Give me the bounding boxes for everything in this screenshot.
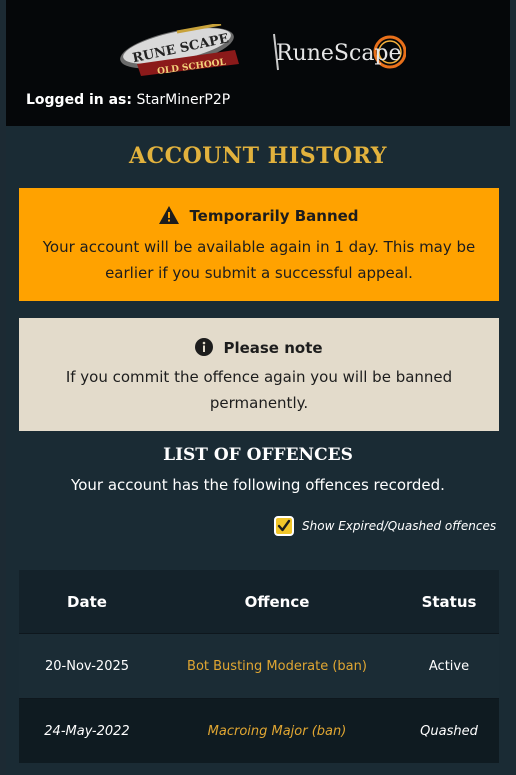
table-row: 24-May-2022 Macroing Major (ban) Quashed bbox=[19, 698, 499, 763]
offence-date: 20-Nov-2025 bbox=[44, 658, 130, 674]
note-heading: Please note bbox=[19, 338, 499, 360]
info-icon bbox=[195, 338, 214, 360]
runescape-logo[interactable]: RuneScape bbox=[268, 30, 406, 76]
old-school-logo[interactable]: RUNE SCAPE OLD SCHOOL bbox=[117, 24, 249, 76]
svg-text:RuneScape: RuneScape bbox=[276, 41, 402, 66]
ban-notice: Temporarily Banned Your account will be … bbox=[19, 188, 499, 301]
note-title: Please note bbox=[223, 339, 323, 357]
note-panel: Please note If you commit the offence ag… bbox=[19, 318, 499, 431]
offences-summary: Your account has the following offences … bbox=[71, 476, 445, 494]
column-header-status: Status bbox=[421, 592, 477, 611]
column-header-date: Date bbox=[67, 592, 107, 611]
show-expired-toggle[interactable]: Show Expired/Quashed offences bbox=[274, 514, 496, 538]
ban-notice-message: Your account will be available again in … bbox=[42, 238, 476, 282]
site-header: RUNE SCAPE OLD SCHOOL RuneScape Logged i… bbox=[6, 0, 510, 126]
offence-date: 24-May-2022 bbox=[44, 723, 130, 739]
warning-icon bbox=[159, 206, 180, 228]
offences-table: Date Offence Status 20-Nov-2025 Bot Bust… bbox=[19, 570, 499, 763]
ban-notice-heading: Temporarily Banned bbox=[19, 206, 499, 228]
page-frame: RUNE SCAPE OLD SCHOOL RuneScape Logged i… bbox=[6, 0, 510, 775]
column-header-offence: Offence bbox=[244, 592, 310, 611]
offences-title: LIST OF OFFENCES bbox=[163, 445, 353, 465]
checkmark-icon bbox=[277, 519, 291, 532]
offence-status: Active bbox=[428, 658, 470, 674]
login-status: Logged in as: StarMinerP2P bbox=[26, 92, 230, 108]
page-title: ACCOUNT HISTORY bbox=[129, 143, 387, 169]
table-row: 20-Nov-2025 Bot Busting Moderate (ban) A… bbox=[19, 633, 499, 698]
offence-status: Quashed bbox=[420, 723, 478, 739]
note-message: If you commit the offence again you will… bbox=[65, 368, 453, 412]
ban-notice-title: Temporarily Banned bbox=[189, 207, 359, 225]
offence-link[interactable]: Macroing Major (ban) bbox=[155, 724, 399, 739]
offence-link[interactable]: Bot Busting Moderate (ban) bbox=[155, 659, 399, 674]
show-expired-checkbox[interactable] bbox=[274, 516, 294, 536]
username: StarMinerP2P bbox=[136, 92, 231, 108]
table-header-row: Date Offence Status bbox=[19, 570, 499, 633]
logged-in-label: Logged in as: bbox=[26, 92, 132, 108]
show-expired-label[interactable]: Show Expired/Quashed offences bbox=[302, 519, 496, 533]
